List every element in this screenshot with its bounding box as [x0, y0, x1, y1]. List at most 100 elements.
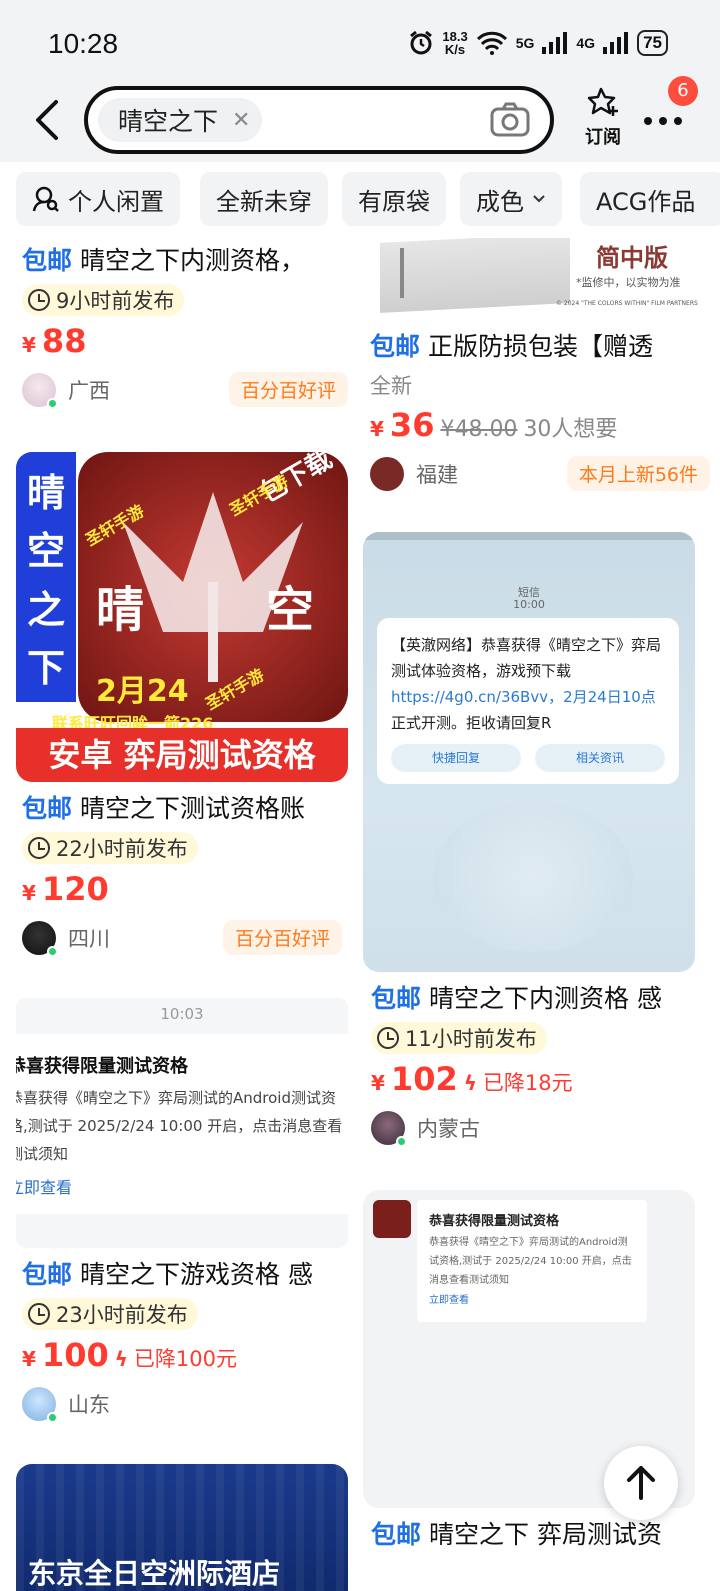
currency-symbol: ¥: [22, 881, 36, 905]
product-card[interactable]: 包邮 晴空之下内测资格， 9小时前发布 ¥88 广西 百分百好评: [22, 244, 354, 410]
notify-link: 立即查看: [16, 1178, 73, 1197]
filter-personal-idle[interactable]: 个人闲置: [16, 172, 180, 226]
notify-title: 恭喜获得限量测试资格: [429, 1214, 560, 1229]
product-card[interactable]: 短信 10:00 【英澈网络】恭喜获得《晴空之下》弈局测试体验资格，游戏预下载 …: [363, 532, 695, 1148]
character-art: [433, 802, 633, 952]
product-title-text: 正版防损包装【赠透: [428, 332, 654, 361]
condition-label: 全新: [370, 374, 412, 398]
price-value: 120: [41, 870, 109, 908]
original-price: ¥48.00: [440, 417, 518, 442]
filter-label: 有原袋: [358, 187, 430, 216]
product-title: 包邮 晴空之下测试资格账: [22, 792, 348, 826]
product-title-text: 晴空之下内测资格，: [80, 246, 306, 275]
filter-acg-works[interactable]: ACG作品: [580, 172, 720, 226]
avatar[interactable]: [370, 457, 404, 491]
price: ¥88: [22, 322, 354, 360]
side-char: 之: [26, 587, 65, 632]
product-image[interactable]: 短信 10:00 【英澈网络】恭喜获得《晴空之下》弈局测试体验资格，游戏预下载 …: [363, 532, 695, 972]
seller-location: 内蒙古: [417, 1117, 480, 1141]
currency-symbol: ¥: [22, 1347, 36, 1371]
arrow-up-icon: [627, 1466, 655, 1500]
signal-5g-label: 5G: [515, 35, 535, 51]
logo-char: 晴: [96, 582, 145, 638]
banner-text: 东京全日空洲际酒店: [28, 1557, 281, 1590]
related-info-chip: 相关资讯: [535, 744, 665, 772]
notification-badge: 6: [668, 76, 698, 106]
camera-icon[interactable]: [490, 102, 530, 138]
product-title-text: 晴空之下测试资格账: [80, 794, 306, 823]
image-footer: [16, 1214, 348, 1248]
price: ¥102 ϟ 已降18元: [371, 1060, 695, 1098]
seller-info[interactable]: 福建 本月上新56件: [370, 454, 710, 494]
seller-location: 广西: [68, 379, 110, 403]
close-icon[interactable]: ✕: [232, 108, 250, 133]
more-options-icon[interactable]: [640, 106, 686, 136]
signal-4g-label: 4G: [576, 35, 596, 51]
filter-original-bag[interactable]: 有原袋: [342, 172, 446, 226]
product-title: 包邮 晴空之下游戏资格 感: [22, 1258, 348, 1292]
price-value: 36: [389, 406, 435, 444]
search-input[interactable]: 晴空之下 ✕: [84, 86, 554, 154]
net-speed-unit: K/s: [444, 42, 466, 57]
lightning-icon: ϟ: [463, 1071, 477, 1095]
seller-info[interactable]: 广西 百分百好评: [22, 370, 354, 410]
seller-info[interactable]: 山东: [22, 1384, 348, 1424]
product-card[interactable]: 10:03 恭喜获得限量测试资格 恭喜获得《晴空之下》弈局测试的Android测…: [16, 998, 348, 1424]
edition-label: 简中版: [596, 244, 668, 272]
wifi-icon: [476, 31, 507, 55]
search-keyword-chip[interactable]: 晴空之下 ✕: [98, 98, 263, 142]
back-to-top-button[interactable]: [604, 1446, 678, 1520]
avatar[interactable]: [371, 1111, 407, 1147]
subscribe-button[interactable]: 订阅: [580, 86, 626, 149]
publish-time: 9小时前发布: [22, 284, 185, 316]
seller-info[interactable]: 四川 百分百好评: [22, 918, 348, 958]
side-char: 下: [26, 646, 65, 691]
product-card[interactable]: 简中版 *监修中，以实物为准 © 2024 "THE COLORS WITHIN…: [370, 238, 710, 494]
free-shipping-tag: 包邮: [22, 1260, 73, 1289]
seller-info[interactable]: 内蒙古: [371, 1108, 695, 1148]
clock-icon: [28, 837, 50, 859]
lightning-icon: ϟ: [114, 1347, 128, 1371]
back-arrow-icon[interactable]: [30, 98, 66, 142]
filter-label: 个人闲置: [68, 187, 164, 216]
free-shipping-tag: 包邮: [370, 332, 421, 361]
product-image[interactable]: 东京全日空洲际酒店: [16, 1464, 348, 1591]
avatar[interactable]: [22, 1387, 58, 1423]
avatar[interactable]: [22, 373, 58, 409]
online-dot: [47, 1412, 58, 1423]
filter-condition[interactable]: 成色: [460, 172, 562, 226]
notify-link: 立即查看: [429, 1295, 469, 1306]
filter-brand-new[interactable]: 全新未穿: [200, 172, 328, 226]
price-drop: 已降18元: [482, 1071, 573, 1095]
price: ¥36 ¥48.00 30人想要: [370, 406, 702, 444]
sms-message: 【英澈网络】恭喜获得《晴空之下》弈局测试体验资格，游戏预下载: [391, 636, 662, 680]
filter-label: 成色: [476, 187, 524, 216]
product-image[interactable]: 晴空之下 包下载 圣轩手游 圣轩手游 圣轩手游 晴 空 2月24 联系旺旺回眸一…: [16, 452, 348, 782]
notify-body: 恭喜获得《晴空之下》弈局测试的Android测试资格,测试于 2025/2/24…: [429, 1237, 632, 1286]
online-dot: [396, 1136, 407, 1147]
banner-text: 安卓 弈局测试资格: [16, 728, 348, 782]
subscribe-label: 订阅: [585, 127, 621, 148]
notify-time: 10:03: [16, 998, 348, 1034]
product-card[interactable]: 东京全日空洲际酒店: [16, 1464, 348, 1591]
app-logo: [373, 1200, 411, 1238]
search-header: 晴空之下 ✕ 订阅 6: [0, 76, 720, 162]
product-image[interactable]: 10:03 恭喜获得限量测试资格 恭喜获得《晴空之下》弈局测试的Android测…: [16, 998, 348, 1248]
product-title: 包邮 正版防损包装【赠透: [370, 330, 702, 364]
product-card[interactable]: 晴空之下 包下载 圣轩手游 圣轩手游 圣轩手游 晴 空 2月24 联系旺旺回眸一…: [16, 452, 348, 958]
price: ¥120: [22, 870, 348, 908]
currency-symbol: ¥: [370, 417, 384, 441]
price-value: 88: [41, 322, 87, 360]
signal-bars-icon: [542, 32, 568, 54]
notify-title: 恭喜获得限量测试资格: [16, 1056, 188, 1077]
alarm-icon: [410, 30, 433, 55]
price-value: 100: [41, 1336, 109, 1374]
battery-indicator: 75: [637, 30, 668, 56]
want-count: 30人想要: [523, 417, 618, 442]
avatar[interactable]: [22, 921, 58, 957]
online-dot: [47, 398, 58, 409]
product-image[interactable]: 简中版 *监修中，以实物为准 © 2024 "THE COLORS WITHIN…: [370, 238, 702, 316]
free-shipping-tag: 包邮: [22, 246, 73, 275]
star-plus-icon: [587, 87, 618, 116]
free-shipping-tag: 包邮: [371, 984, 422, 1013]
